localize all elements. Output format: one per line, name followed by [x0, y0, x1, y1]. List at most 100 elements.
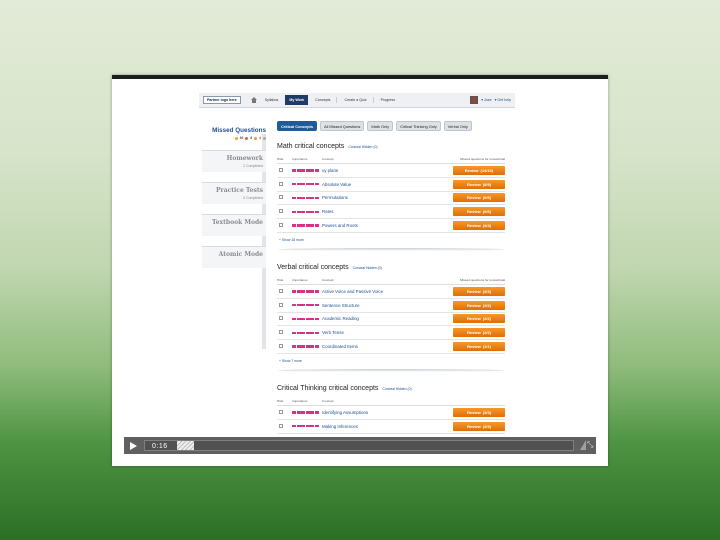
user-menu[interactable]: ▾ Jose	[481, 98, 491, 102]
concept-link[interactable]: Coordinated Items	[322, 344, 453, 349]
video-timeline[interactable]: 0:16	[144, 440, 574, 451]
concept-link[interactable]: Academic Reading	[322, 316, 453, 321]
column-headers: Hide Importance Concept Missed questions…	[277, 278, 505, 285]
concept-link[interactable]: Making Inferences	[322, 424, 453, 429]
review-button[interactable]: Review (3/3)	[453, 407, 505, 417]
tab-verbal-only[interactable]: Verbal Only	[443, 121, 472, 131]
user-area: ▾ Jose ▾ Get help	[470, 96, 511, 104]
column-headers: Hide Importance Concept Missed questions…	[277, 157, 505, 164]
concept-link[interactable]: Powers and Roots	[322, 223, 453, 228]
hide-checkbox[interactable]	[277, 330, 292, 335]
concept-link[interactable]: Sentence Structure	[322, 303, 453, 308]
table-row: Identifying Assumptions Review (3/3)	[277, 406, 505, 420]
home-icon[interactable]	[250, 97, 258, 103]
concept-link[interactable]: Verb Tense	[322, 330, 453, 335]
volume-icon[interactable]	[580, 440, 586, 450]
table-row: Verb Tense Review (2/2)	[277, 326, 505, 341]
tab-all-missed[interactable]: All Missed Questions	[320, 121, 365, 131]
importance-bar	[292, 182, 322, 186]
sidebar-item-sub: 0 Completed	[243, 196, 263, 200]
review-count: (3/3)	[482, 423, 492, 429]
progress-fill	[177, 441, 194, 450]
concept-link[interactable]: Identifying Assumptions	[322, 410, 453, 415]
importance-bar	[292, 196, 322, 200]
review-label: Review	[464, 167, 479, 173]
conceal-hidden-link[interactable]: Conceal Hidden (0)	[353, 266, 382, 270]
math-section: Math critical concepts Conceal Hidden (0…	[277, 143, 505, 251]
review-button[interactable]: Review (3/3)	[453, 286, 505, 296]
review-label: Review	[466, 302, 481, 308]
hide-checkbox[interactable]	[277, 223, 292, 228]
concept-link[interactable]: Permutations	[322, 195, 453, 200]
stat-icon	[234, 136, 238, 140]
hide-checkbox[interactable]	[277, 423, 292, 429]
sidebar-item-homework[interactable]: Homework 2 Completed	[202, 150, 266, 172]
review-button[interactable]: Review (4/4)	[453, 221, 505, 231]
play-icon[interactable]	[130, 441, 137, 450]
nav-syllabus[interactable]: Syllabus	[264, 98, 280, 102]
nav-my-work[interactable]: My Work	[285, 95, 309, 105]
col-importance: Importance	[292, 399, 308, 403]
nav-divider	[372, 97, 374, 103]
nav-progress[interactable]: Progress	[380, 98, 396, 102]
concept-link[interactable]: Absolute Value	[322, 182, 453, 187]
review-button[interactable]: Review (2/2)	[453, 300, 505, 310]
sidebar-item-textbook-mode[interactable]: Textbook Mode	[202, 214, 266, 236]
concept-link[interactable]: Active Voice and Passive Voice	[322, 289, 453, 294]
importance-bar	[292, 345, 322, 348]
hide-checkbox[interactable]	[277, 409, 292, 415]
review-label: Review	[466, 181, 481, 187]
tab-critical-thinking-only[interactable]: Critical Thinking Only	[396, 121, 441, 131]
review-count: (2/2)	[482, 330, 492, 336]
help-menu[interactable]: ▾ Get help	[495, 98, 511, 102]
tab-critical-concepts[interactable]: Critical Concepts	[277, 121, 317, 131]
tab-math-only[interactable]: Math Only	[367, 121, 394, 131]
sidebar-item-practice-tests[interactable]: Practice Tests 0 Completed	[202, 182, 266, 204]
show-more-link[interactable]: + Show 18 more	[277, 238, 505, 242]
fullscreen-icon[interactable]: ⤡	[587, 440, 593, 450]
stat-icon	[254, 136, 258, 140]
hide-checkbox[interactable]	[277, 316, 292, 321]
table-row: Academic Reading Review (2/2)	[277, 313, 505, 327]
col-importance: Importance	[292, 278, 308, 282]
review-label: Review	[466, 288, 481, 294]
hide-checkbox[interactable]	[277, 344, 292, 349]
section-title: Math critical concepts Conceal Hidden (0…	[277, 143, 505, 150]
review-label: Review	[466, 330, 481, 336]
nav-concepts[interactable]: Concepts	[314, 98, 331, 102]
conceal-hidden-link[interactable]: Conceal Hidden (0)	[382, 387, 411, 391]
hide-checkbox[interactable]	[277, 167, 292, 173]
hide-checkbox[interactable]	[277, 302, 292, 308]
review-button[interactable]: Review (3/3)	[453, 421, 505, 431]
elapsed-time: 0:16	[152, 443, 168, 450]
importance-bar	[292, 303, 322, 307]
show-more-link[interactable]: + Show 7 more	[277, 359, 505, 363]
stat-icon	[245, 136, 249, 140]
sidebar-item-atomic-mode[interactable]: Atomic Mode	[202, 246, 266, 268]
review-button[interactable]: Review (6/6)	[453, 193, 505, 203]
table-row: Coordinated Items Review (1/1)	[277, 340, 505, 354]
review-button[interactable]: Review (14/16)	[453, 165, 505, 175]
review-button[interactable]: Review (2/2)	[453, 328, 505, 338]
table-row: Permutations Review (6/6)	[277, 192, 505, 206]
avatar[interactable]	[470, 96, 479, 104]
review-label: Review	[466, 316, 481, 322]
section-heading: Math critical concepts	[277, 143, 345, 150]
review-button[interactable]: Review (6/6)	[453, 207, 505, 217]
missed-questions-title[interactable]: Missed Questions	[202, 127, 266, 134]
lesson-screen: Partner logo here Syllabus My Work Conce…	[112, 75, 608, 466]
conceal-hidden-link[interactable]: Conceal Hidden (0)	[348, 145, 377, 149]
sidebar-item-label: Textbook Mode	[211, 219, 263, 226]
hide-checkbox[interactable]	[277, 195, 292, 200]
hide-checkbox[interactable]	[277, 181, 292, 187]
hide-checkbox[interactable]	[277, 209, 292, 214]
concept-link[interactable]: xy plane	[322, 168, 453, 173]
review-button[interactable]: Review (1/1)	[453, 342, 505, 352]
review-button[interactable]: Review (8/9)	[453, 179, 505, 189]
col-hide: Hide	[277, 157, 284, 161]
nav-create-quiz[interactable]: Create a Quiz	[343, 98, 367, 102]
hide-checkbox[interactable]	[277, 288, 292, 294]
table-row: Sentence Structure Review (2/2)	[277, 299, 505, 313]
concept-link[interactable]: Rates	[322, 209, 453, 214]
review-button[interactable]: Review (2/2)	[453, 314, 505, 324]
